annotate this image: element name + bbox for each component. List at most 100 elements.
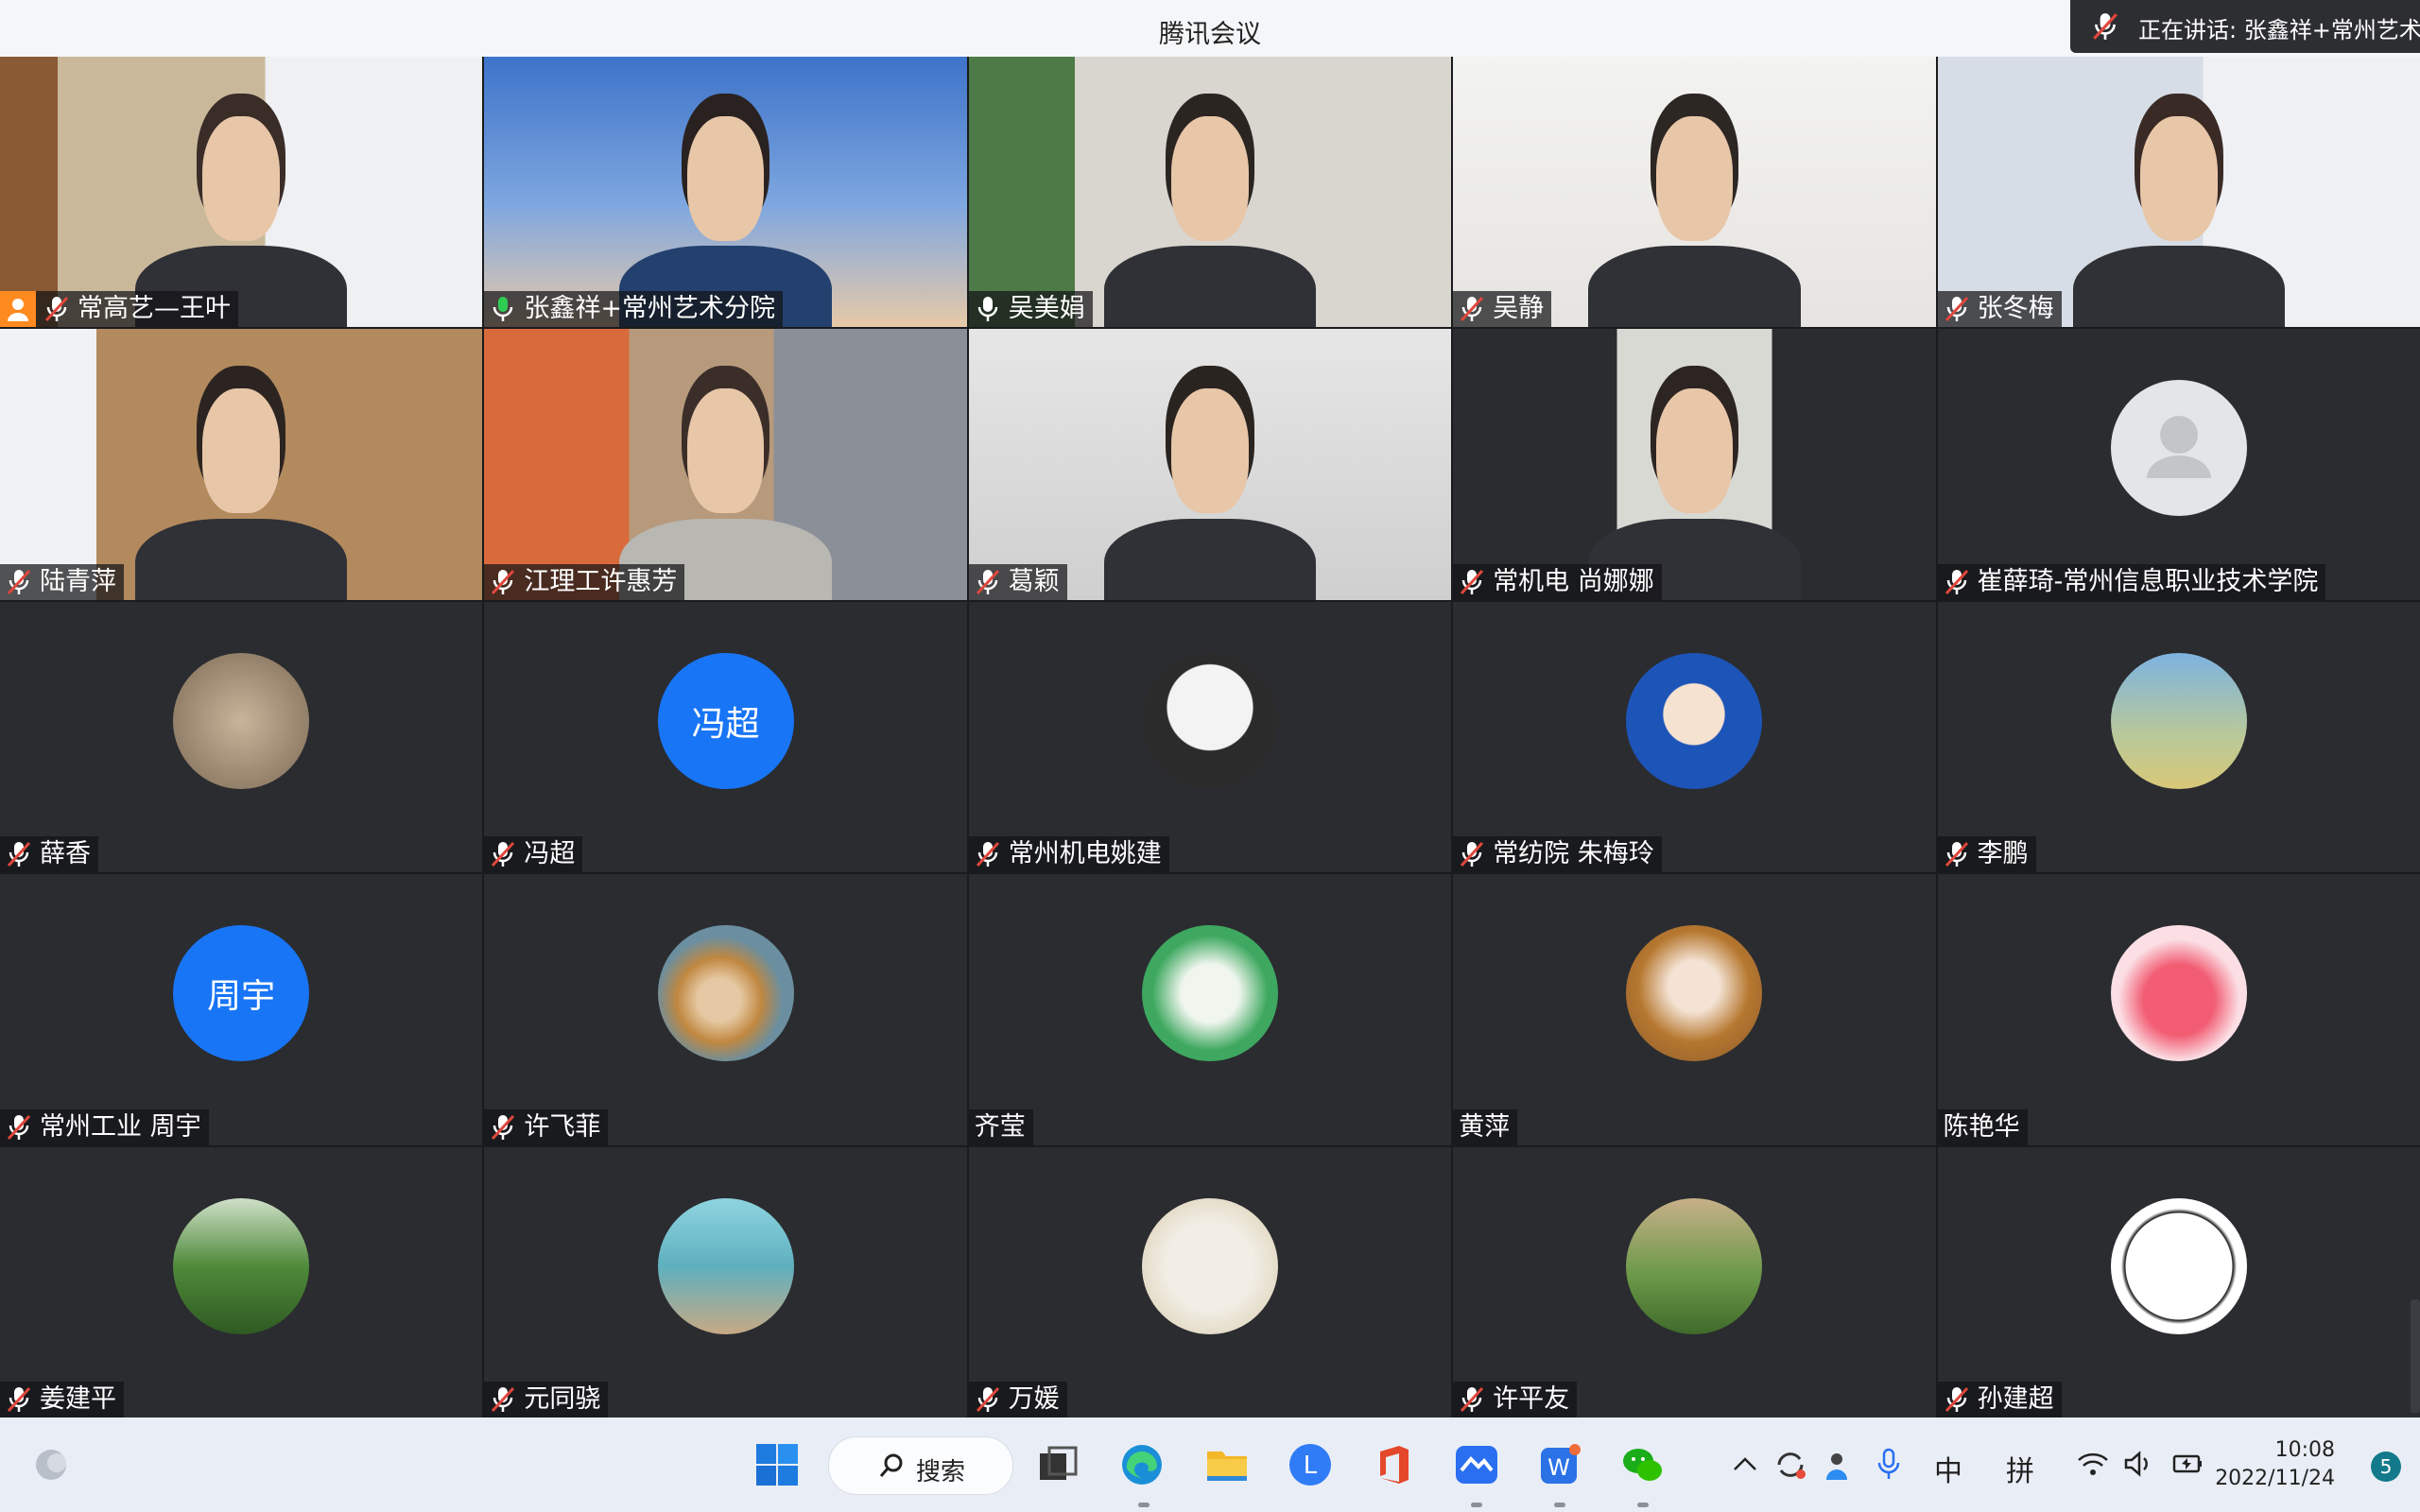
participant-tile[interactable]: 齐莹 bbox=[968, 874, 1452, 1145]
participant-tile[interactable]: 常州机电姚建 bbox=[968, 601, 1452, 873]
participant-tile[interactable]: 江理工许惠芳 bbox=[484, 329, 967, 600]
mic-muted-icon bbox=[1461, 569, 1484, 594]
office-icon[interactable] bbox=[1371, 1442, 1416, 1487]
participant-face bbox=[202, 388, 281, 514]
running-indicator bbox=[1554, 1503, 1565, 1507]
wifi-icon[interactable] bbox=[2076, 1450, 2110, 1478]
participant-face bbox=[1655, 388, 1734, 514]
participant-tile[interactable]: 常高艺—王叶 bbox=[0, 57, 483, 328]
participant-name-tag: 万媛 bbox=[968, 1381, 1067, 1418]
running-indicator bbox=[1471, 1503, 1482, 1507]
participant-tile[interactable]: 常纺院 朱梅玲 bbox=[1453, 601, 1936, 873]
taskbar-search[interactable]: 搜索 bbox=[828, 1436, 1013, 1495]
participant-tile[interactable]: 孙建超 bbox=[1937, 1146, 2420, 1418]
mic-speaking-icon bbox=[493, 297, 513, 322]
notification-badge[interactable]: 5 bbox=[2371, 1452, 2401, 1482]
battery-icon[interactable] bbox=[2170, 1450, 2204, 1478]
mic-muted-icon bbox=[976, 1386, 999, 1412]
tencent-meeting-icon[interactable] bbox=[1454, 1442, 1499, 1487]
search-label: 搜索 bbox=[916, 1458, 966, 1486]
participant-tile[interactable]: 姜建平 bbox=[0, 1146, 483, 1418]
participant-body bbox=[1588, 246, 1801, 328]
speaking-label: 正在讲话: 张鑫祥+常州艺术 bbox=[2138, 17, 2420, 43]
wps-writer-icon[interactable]: W bbox=[1537, 1442, 1582, 1487]
participant-name-tag: 张鑫祥+常州艺术分院 bbox=[484, 291, 784, 328]
participant-tile[interactable]: 吴美娟 bbox=[968, 57, 1452, 328]
sync-icon[interactable] bbox=[1773, 1448, 1807, 1482]
app-l-icon[interactable]: L bbox=[1288, 1442, 1333, 1487]
video-feed bbox=[1453, 329, 1936, 600]
microphone-icon[interactable] bbox=[1876, 1448, 1902, 1482]
participant-name-tag: 姜建平 bbox=[0, 1381, 124, 1418]
participant-tile[interactable]: 张鑫祥+常州艺术分院 bbox=[484, 57, 967, 328]
participant-tile[interactable]: 元同骁 bbox=[484, 1146, 967, 1418]
participant-tile[interactable]: 万媛 bbox=[968, 1146, 1452, 1418]
participant-tile[interactable]: 许平友 bbox=[1453, 1146, 1936, 1418]
participant-name: 李鹏 bbox=[1977, 839, 2029, 869]
participant-name-tag: 冯超 bbox=[484, 836, 583, 873]
window-title: 腾讯会议 bbox=[1159, 20, 1261, 49]
mic-muted-icon bbox=[2093, 13, 2118, 40]
speaker-icon[interactable] bbox=[2123, 1450, 2155, 1478]
start-icon[interactable] bbox=[754, 1442, 800, 1487]
edge-browser-icon[interactable] bbox=[1119, 1442, 1165, 1487]
widgets-icon[interactable] bbox=[30, 1442, 76, 1487]
participant-name: 孙建超 bbox=[1977, 1383, 2054, 1414]
participant-tile[interactable]: 常机电 尚娜娜 bbox=[1453, 329, 1936, 600]
participant-tile[interactable]: 张冬梅 bbox=[1937, 57, 2420, 328]
mic-muted-icon bbox=[492, 842, 515, 868]
video-feed bbox=[1937, 57, 2420, 328]
wechat-icon[interactable] bbox=[1620, 1442, 1666, 1487]
participant-name-tag: 元同骁 bbox=[484, 1381, 609, 1418]
participant-name: 陆青萍 bbox=[40, 566, 116, 596]
participant-name: 吴静 bbox=[1493, 294, 1545, 324]
participant-face bbox=[2139, 116, 2218, 241]
task-view-icon[interactable] bbox=[1036, 1442, 1081, 1487]
video-feed bbox=[1453, 57, 1936, 328]
participant-name-tag: 孙建超 bbox=[1937, 1381, 2062, 1418]
participant-tile[interactable]: 黄萍 bbox=[1453, 874, 1936, 1145]
file-explorer-icon[interactable] bbox=[1204, 1442, 1250, 1487]
svg-text:L: L bbox=[1304, 1452, 1318, 1480]
user-tray-icon[interactable] bbox=[1823, 1450, 1851, 1482]
ime-mode[interactable]: 拼 bbox=[2006, 1448, 2034, 1489]
participant-name-tag: 吴美娟 bbox=[968, 291, 1093, 328]
mic-muted-icon bbox=[7, 1386, 31, 1412]
mic-muted-icon bbox=[492, 1114, 515, 1140]
participant-name-tag: 陆青萍 bbox=[0, 563, 124, 600]
participant-name: 常州工业 周宇 bbox=[40, 1111, 201, 1142]
participant-name-tag: 常高艺—王叶 bbox=[0, 291, 238, 328]
participant-name-tag: 常州机电姚建 bbox=[968, 836, 1169, 873]
chevron-up-icon[interactable] bbox=[1732, 1452, 1758, 1478]
avatar bbox=[2110, 925, 2247, 1062]
participant-name: 姜建平 bbox=[40, 1383, 116, 1414]
participant-name: 薛香 bbox=[40, 839, 91, 869]
participant-name: 张冬梅 bbox=[1977, 294, 2054, 324]
participant-name-tag: 齐莹 bbox=[968, 1108, 1033, 1145]
svg-text:W: W bbox=[1547, 1454, 1570, 1481]
participant-name: 许平友 bbox=[1493, 1383, 1570, 1414]
participant-tile[interactable]: 冯超 冯超 bbox=[484, 601, 967, 873]
participant-tile[interactable]: 崔薛琦-常州信息职业技术学院 bbox=[1937, 329, 2420, 600]
participant-tile[interactable]: 薛香 bbox=[0, 601, 483, 873]
participant-name: 张鑫祥+常州艺术分院 bbox=[524, 294, 776, 324]
mic-muted-icon bbox=[492, 569, 515, 594]
participant-tile[interactable]: 许飞菲 bbox=[484, 874, 967, 1145]
avatar bbox=[657, 925, 794, 1062]
participant-tile[interactable]: 吴静 bbox=[1453, 57, 1936, 328]
system-clock[interactable]: 10:08 2022/11/24 bbox=[2215, 1436, 2335, 1493]
ime-language[interactable]: 中 bbox=[1934, 1448, 1962, 1489]
participant-name-tag: 常纺院 朱梅玲 bbox=[1453, 836, 1662, 873]
mic-muted-icon bbox=[1461, 297, 1484, 322]
participant-tile[interactable]: 李鹏 bbox=[1937, 601, 2420, 873]
participant-name-tag: 薛香 bbox=[0, 836, 98, 873]
video-feed bbox=[484, 57, 967, 328]
clock-time: 10:08 bbox=[2274, 1438, 2335, 1462]
participant-tile[interactable]: 陈艳华 bbox=[1937, 874, 2420, 1145]
video-feed bbox=[0, 329, 483, 600]
participant-tile[interactable]: 周宇 常州工业 周宇 bbox=[0, 874, 483, 1145]
participant-tile[interactable]: 葛颖 bbox=[968, 329, 1452, 600]
mic-muted-icon bbox=[976, 569, 999, 594]
participant-tile[interactable]: 陆青萍 bbox=[0, 329, 483, 600]
participant-name-tag: 常机电 尚娜娜 bbox=[1453, 563, 1662, 600]
